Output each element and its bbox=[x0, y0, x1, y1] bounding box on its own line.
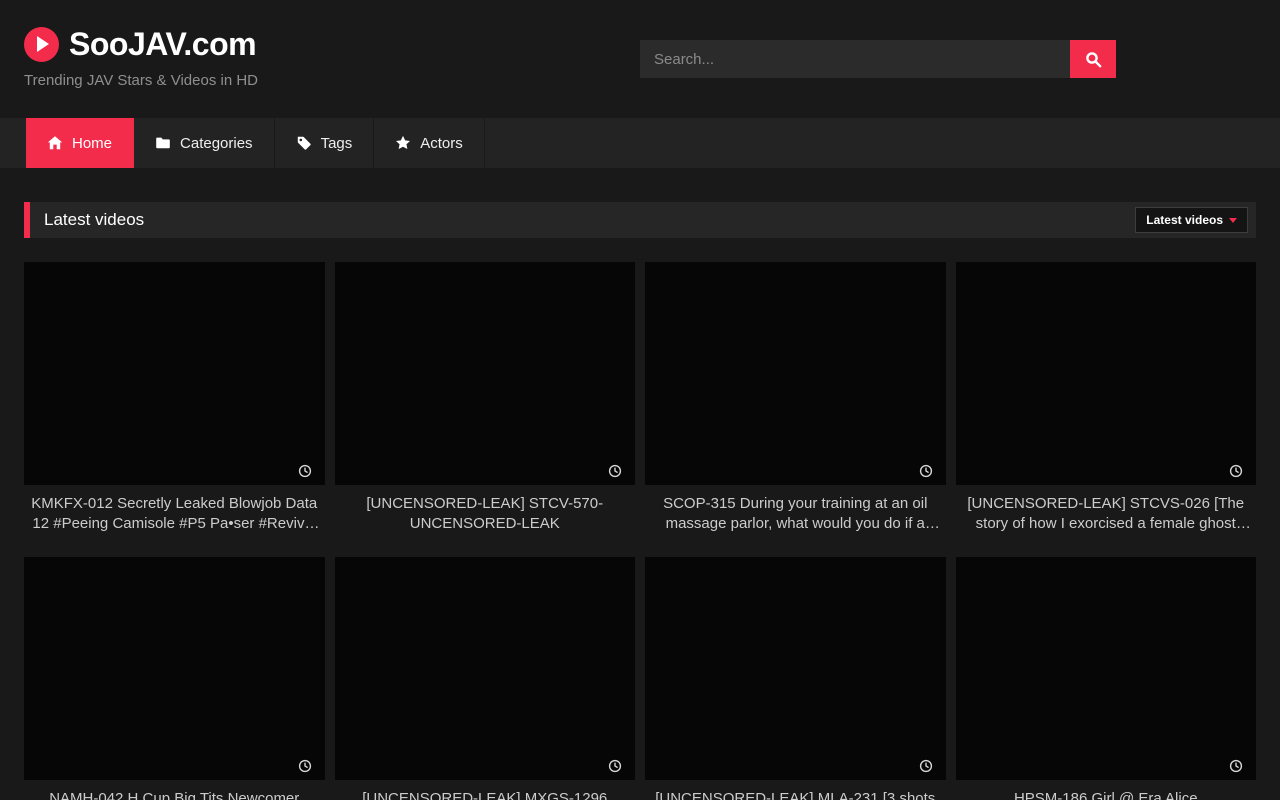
video-title[interactable]: [UNCENSORED-LEAK] MXGS-1296 Absolutely bbox=[335, 789, 636, 800]
sort-dropdown-button[interactable]: Latest videos bbox=[1135, 207, 1248, 233]
nav-item-label: Categories bbox=[180, 135, 253, 152]
nav-item-actors[interactable]: Actors bbox=[374, 118, 485, 168]
video-card[interactable]: SCOP-315 During your training at an oil … bbox=[645, 262, 946, 534]
clock-icon bbox=[298, 759, 312, 773]
video-thumbnail[interactable] bbox=[24, 557, 325, 780]
nav-item-label: Home bbox=[72, 135, 112, 152]
search-button[interactable] bbox=[1070, 40, 1116, 78]
video-card[interactable]: [UNCENSORED-LEAK] STCV-570-UNCENSORED-LE… bbox=[335, 262, 636, 534]
search-input[interactable] bbox=[640, 40, 1070, 78]
nav-item-label: Actors bbox=[420, 135, 463, 152]
clock-icon bbox=[919, 464, 933, 478]
video-title[interactable]: [UNCENSORED-LEAK] STCV-570-UNCENSORED-LE… bbox=[335, 494, 636, 534]
clock-icon bbox=[298, 464, 312, 478]
section-header: Latest videos Latest videos bbox=[24, 202, 1256, 238]
video-card[interactable]: NAMH-042 H Cup Big Tits Newcomer (170cm … bbox=[24, 557, 325, 800]
site-logo[interactable]: SooJAV.com bbox=[24, 26, 256, 63]
clock-icon bbox=[919, 759, 933, 773]
video-card[interactable]: [UNCENSORED-LEAK] MXGS-1296 Absolutely bbox=[335, 557, 636, 800]
nav-item-tags[interactable]: Tags bbox=[275, 118, 375, 168]
caret-down-icon bbox=[1229, 218, 1237, 223]
play-icon bbox=[24, 27, 59, 62]
nav-item-label: Tags bbox=[321, 135, 353, 152]
video-card[interactable]: KMKFX-012 Secretly Leaked Blowjob Data 1… bbox=[24, 262, 325, 534]
video-thumbnail[interactable] bbox=[956, 557, 1257, 780]
section-accent-bar bbox=[24, 202, 30, 238]
star-icon bbox=[395, 135, 411, 151]
video-card[interactable]: [UNCENSORED-LEAK] STCVS-026 [The story o… bbox=[956, 262, 1257, 534]
video-grid: KMKFX-012 Secretly Leaked Blowjob Data 1… bbox=[24, 262, 1256, 800]
video-title[interactable]: HPSM-186 Girl @ Era Alice bbox=[956, 789, 1257, 800]
video-thumbnail[interactable] bbox=[335, 557, 636, 780]
nav-item-categories[interactable]: Categories bbox=[134, 118, 275, 168]
tag-icon bbox=[296, 135, 312, 151]
clock-icon bbox=[1229, 464, 1243, 478]
sort-dropdown-label: Latest videos bbox=[1146, 213, 1223, 227]
video-title[interactable]: KMKFX-012 Secretly Leaked Blowjob Data 1… bbox=[24, 494, 325, 534]
search-icon bbox=[1085, 51, 1102, 68]
video-thumbnail[interactable] bbox=[335, 262, 636, 485]
main-content: Latest videos Latest videos KMKFX-012 Se… bbox=[24, 202, 1256, 800]
video-thumbnail[interactable] bbox=[24, 262, 325, 485]
video-card[interactable]: [UNCENSORED-LEAK] MLA-231 [3 shots in bbox=[645, 557, 946, 800]
main-nav: Home Categories Tags Actors bbox=[0, 118, 1280, 168]
video-thumbnail[interactable] bbox=[645, 262, 946, 485]
nav-item-home[interactable]: Home bbox=[26, 118, 134, 168]
video-title[interactable]: NAMH-042 H Cup Big Tits Newcomer (170cm … bbox=[24, 789, 325, 800]
site-tagline: Trending JAV Stars & Videos in HD bbox=[24, 72, 258, 89]
video-title[interactable]: [UNCENSORED-LEAK] STCVS-026 [The story o… bbox=[956, 494, 1257, 534]
video-title[interactable]: SCOP-315 During your training at an oil … bbox=[645, 494, 946, 534]
video-thumbnail[interactable] bbox=[645, 557, 946, 780]
clock-icon bbox=[608, 464, 622, 478]
video-title[interactable]: [UNCENSORED-LEAK] MLA-231 [3 shots in bbox=[645, 789, 946, 800]
section-title: Latest videos bbox=[44, 210, 144, 230]
search-form bbox=[640, 40, 1116, 78]
video-thumbnail[interactable] bbox=[956, 262, 1257, 485]
home-icon bbox=[47, 135, 63, 151]
clock-icon bbox=[608, 759, 622, 773]
video-card[interactable]: HPSM-186 Girl @ Era Alice bbox=[956, 557, 1257, 800]
clock-icon bbox=[1229, 759, 1243, 773]
site-title: SooJAV.com bbox=[69, 26, 256, 63]
folder-icon bbox=[155, 135, 171, 151]
site-header: SooJAV.com Trending JAV Stars & Videos i… bbox=[0, 0, 1280, 118]
